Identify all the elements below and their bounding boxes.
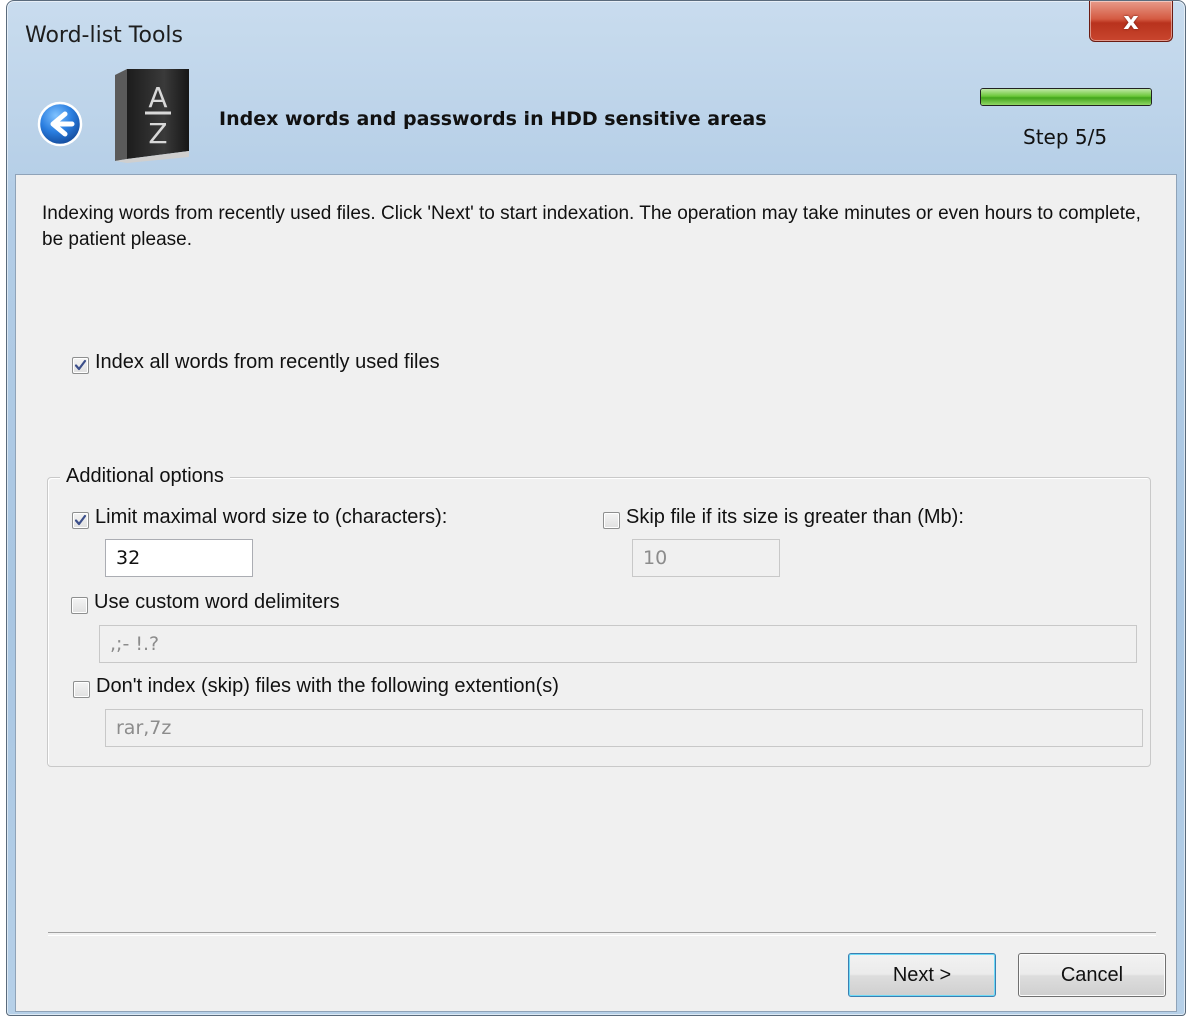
book-letter-z: Z (148, 117, 167, 150)
extensions-input[interactable]: rar,7z (105, 709, 1143, 747)
next-button[interactable]: Next > (848, 953, 996, 997)
content-panel: Indexing words from recently used files.… (15, 174, 1177, 1012)
limit-word-size-label[interactable]: Limit maximal word size to (characters): (95, 506, 447, 529)
skip-extensions-label[interactable]: Don't index (skip) files with the follow… (96, 675, 559, 698)
checkmark-icon (74, 359, 87, 371)
back-arrow-icon[interactable] (37, 101, 83, 147)
max-file-size-input[interactable]: 10 (632, 539, 780, 577)
index-all-label[interactable]: Index all words from recently used files (95, 351, 440, 374)
book-letter-a: A (148, 81, 167, 114)
window-title: Word-list Tools (25, 23, 183, 48)
cancel-button[interactable]: Cancel (1018, 953, 1166, 997)
max-word-size-input[interactable]: 32 (105, 539, 253, 577)
checkmark-icon (74, 514, 87, 526)
step-progress-bar (980, 88, 1152, 106)
limit-word-size-checkbox[interactable] (72, 512, 89, 529)
index-all-checkbox[interactable] (72, 357, 89, 374)
skip-large-files-checkbox[interactable] (603, 512, 620, 529)
additional-options-legend: Additional options (60, 465, 230, 488)
delimiters-input[interactable]: ,;- !.? (99, 625, 1137, 663)
title-bar[interactable]: Word-list Tools x (7, 1, 1185, 71)
page-title: Index words and passwords in HDD sensiti… (219, 108, 767, 130)
step-indicator: Step 5/5 (1023, 125, 1108, 149)
button-separator (48, 932, 1156, 936)
step-progress-fill (981, 89, 1151, 105)
close-icon: x (1123, 7, 1139, 35)
wizard-window: Word-list Tools x A Z Index words and pa… (6, 0, 1186, 1016)
intro-text: Indexing words from recently used files.… (42, 203, 1141, 250)
book-icon: A Z (115, 69, 189, 163)
close-button[interactable]: x (1089, 1, 1173, 42)
skip-extensions-checkbox[interactable] (73, 681, 90, 698)
custom-delimiters-checkbox[interactable] (71, 597, 88, 614)
custom-delimiters-label[interactable]: Use custom word delimiters (94, 591, 340, 614)
skip-large-files-label[interactable]: Skip file if its size is greater than (M… (626, 506, 964, 529)
